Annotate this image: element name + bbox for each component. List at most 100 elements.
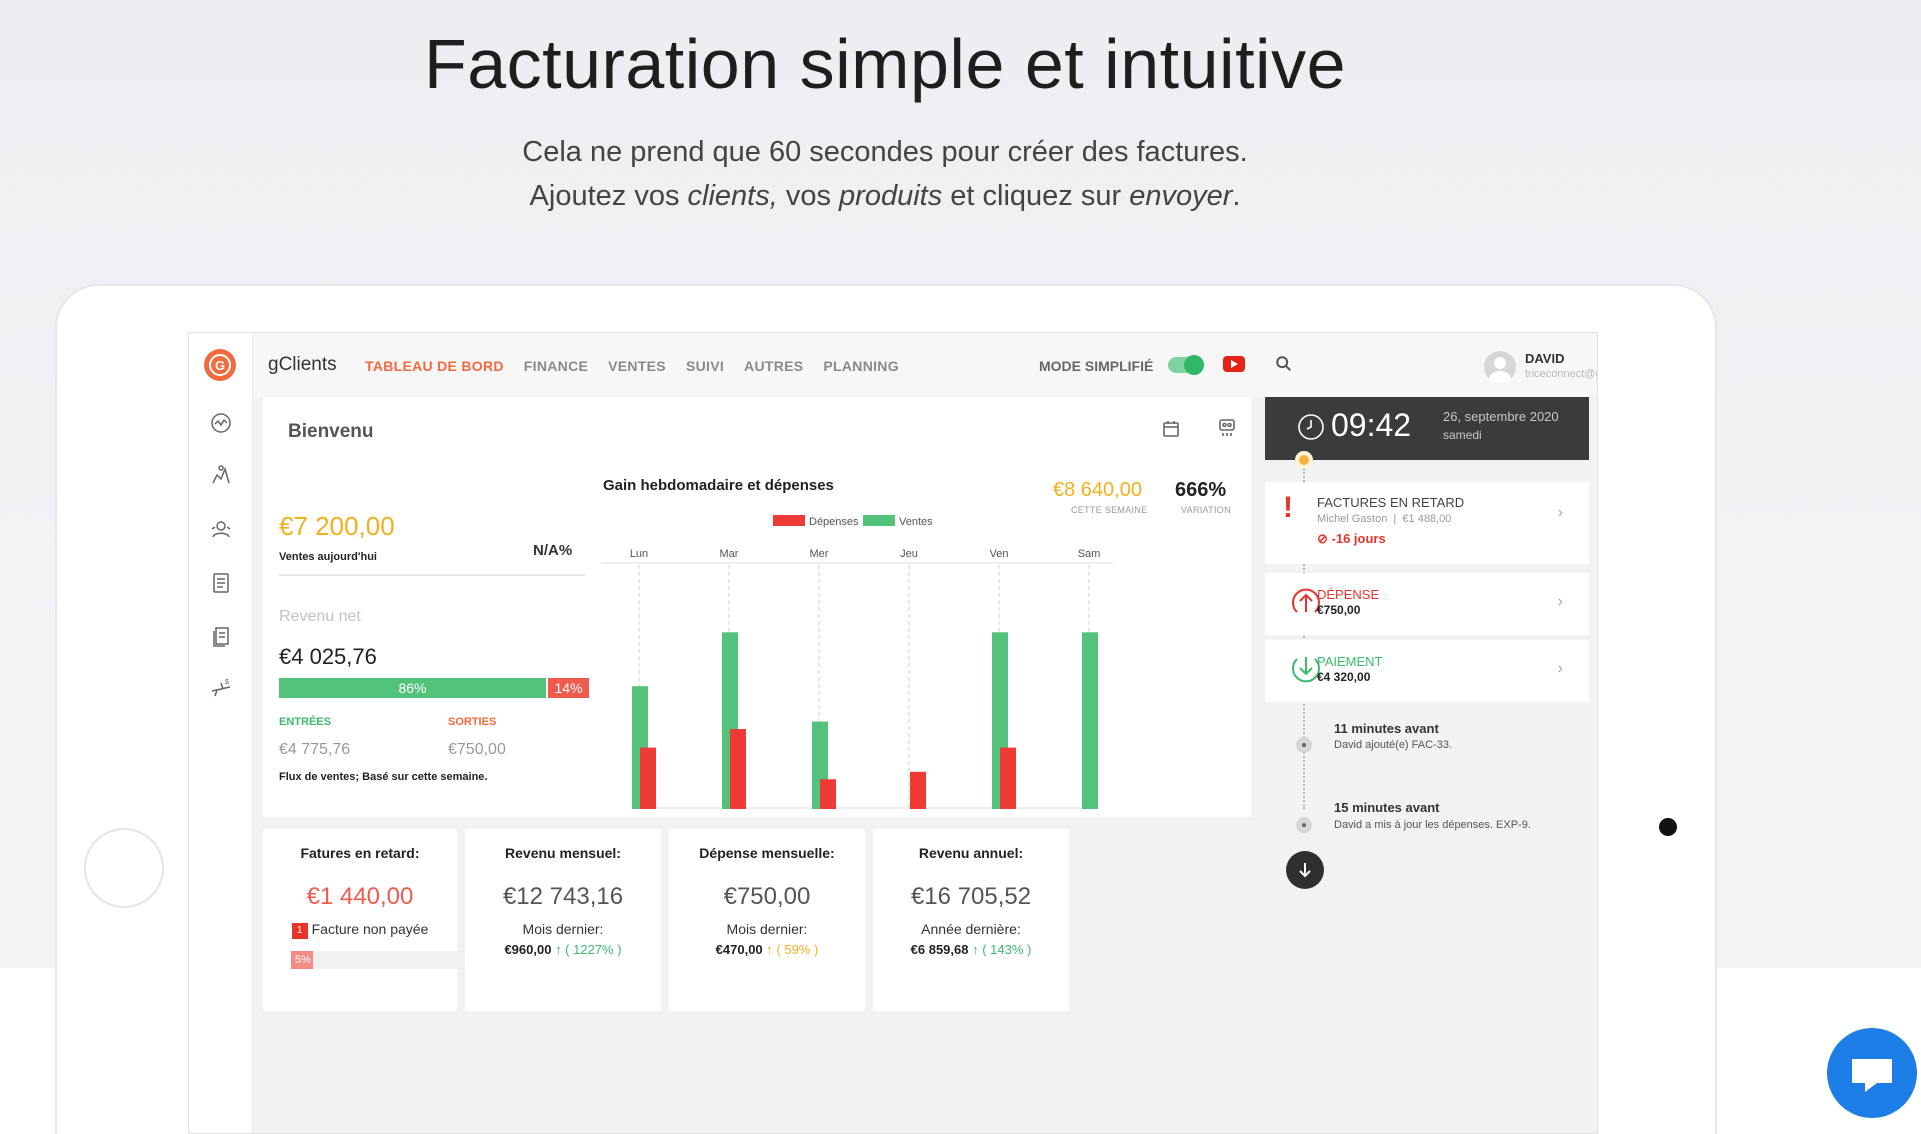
x-tick-label: Mer [810, 548, 829, 560]
stat-sub: Année dernière: [921, 921, 1021, 937]
nav-planning[interactable]: PLANNING [823, 358, 899, 374]
stat-value: €12 743,16 [502, 883, 624, 910]
hero-line-2: Ajoutez vos clients, vos produits et cli… [529, 180, 1241, 212]
documents-icon[interactable] [209, 625, 233, 649]
stat-card-monthly-expense[interactable]: Dépense mensuelle: €750,00 Mois dernier:… [669, 829, 865, 1011]
youtube-icon[interactable] [1223, 356, 1245, 372]
legend-label: Dépenses [809, 516, 859, 528]
user-email: triceconnect@gmail.com [1525, 368, 1597, 380]
week-total-value: €8 640,00 [1053, 479, 1142, 501]
x-tick-label: Ven [990, 548, 1009, 560]
stat-title: Fatures en retard: [300, 845, 420, 861]
feed-amount: €4 320,00 [1317, 670, 1371, 684]
stat-sub: Mois dernier: [726, 921, 808, 937]
invoices-icon[interactable] [209, 571, 233, 595]
outflow-bar: 14% [548, 678, 589, 698]
feed-title: FACTURES EN RETARD [1317, 495, 1465, 510]
feed-payment[interactable]: PAIEMENT €4 320,00 › [1265, 640, 1589, 702]
tablet-home-button [84, 828, 164, 908]
svg-text:$: $ [225, 679, 229, 686]
x-tick-label: Lun [630, 548, 648, 560]
chevron-right-icon[interactable]: › [1558, 660, 1563, 678]
load-more-button[interactable] [1286, 851, 1324, 889]
sidebar: G $ [189, 333, 253, 1133]
stat-card-annual-revenue[interactable]: Revenu annuel: €16 705,52 Année dernière… [873, 829, 1069, 1011]
week-total-label: CETTE SEMAINE [1071, 505, 1148, 515]
nav-finance[interactable]: FINANCE [524, 358, 588, 374]
outflow-label: SORTIES [448, 716, 497, 728]
bar-depenses [640, 747, 656, 809]
stat-title: Dépense mensuelle: [699, 845, 835, 861]
inflow-label: ENTRÉES [279, 716, 331, 728]
top-navbar: gClients TABLEAU DE BORD FINANCE VENTES … [253, 333, 1597, 397]
timeline-now-dot [1295, 451, 1313, 469]
avatar[interactable] [1484, 351, 1516, 383]
x-tick-label: Sam [1078, 548, 1101, 560]
stat-prev: €960,00 ↑ ( 1227% ) [504, 942, 622, 957]
calendar-icon[interactable] [1161, 419, 1181, 439]
late-progress: 5% [291, 951, 469, 969]
stat-sub: Mois dernier: [522, 921, 604, 937]
search-icon[interactable] [1275, 355, 1293, 373]
alert-icon: ! [1283, 491, 1293, 524]
welcome-card: Bienvenu €7 200,00 Ventes aujourd'hui N/… [263, 397, 1251, 817]
nav-others[interactable]: AUTRES [744, 358, 803, 374]
stat-card-late[interactable]: Fatures en retard: €1 440,00 1 Facture no… [263, 829, 469, 1011]
bar-depenses [820, 779, 836, 809]
clients-icon[interactable] [209, 517, 233, 541]
legend-swatch [773, 515, 805, 526]
stat-card-monthly-revenue[interactable]: Revenu mensuel: €12 743,16 Mois dernier:… [465, 829, 661, 1011]
chart-title: Gain hebdomadaire et dépenses [603, 477, 834, 494]
tips-icon[interactable] [1216, 417, 1238, 439]
arrow-down-icon [1299, 863, 1311, 878]
feed-days-late: ⊘ -16 jours [1317, 531, 1386, 546]
weekly-chart: DépensesVentesLunMarMerJeuVenSamDim [601, 515, 1113, 809]
clock-day: samedi [1443, 428, 1482, 442]
net-revenue-label: Revenu net [279, 608, 361, 625]
nav-dashboard[interactable]: TABLEAU DE BORD [365, 358, 504, 374]
dashboard-icon[interactable] [209, 411, 233, 435]
sales-today-label: Ventes aujourd'hui [279, 551, 377, 563]
activity-time: 15 minutes avant [1334, 800, 1440, 815]
chevron-right-icon[interactable]: › [1558, 504, 1563, 522]
chevron-right-icon[interactable]: › [1558, 593, 1563, 611]
activity-dot [1296, 817, 1312, 833]
activity-dot [1296, 737, 1312, 753]
divider [279, 574, 585, 576]
user-name[interactable]: DAVID [1525, 351, 1564, 366]
variation-value: 666% [1175, 479, 1227, 501]
activity-desc: David ajouté(e) FAC-33. [1334, 739, 1452, 751]
stat-value: €1 440,00 [306, 883, 414, 910]
stat-prev: €6 859,68 ↑ ( 143% ) [910, 942, 1032, 957]
legend-label: Ventes [899, 516, 933, 528]
nav-sales[interactable]: VENTES [608, 358, 666, 374]
hero-title: Facturation simple et intuitive [423, 25, 1346, 103]
feed-expense[interactable]: DÉPENSE €750,00 › [1265, 573, 1589, 635]
clock-date: 26, septembre 2020 [1443, 409, 1559, 424]
bar-depenses [1000, 747, 1016, 809]
stat-prev: €470,00 ↑ ( 59% ) [715, 942, 819, 957]
brand-name: gClients [268, 354, 337, 375]
bar-ventes [1082, 632, 1098, 809]
late-progress-fill: 5% [291, 951, 313, 969]
unpaid-count-badge: 1 [291, 923, 308, 939]
app-logo[interactable]: G [204, 349, 236, 381]
nav-tracking[interactable]: SUIVI [686, 358, 724, 374]
finance-icon[interactable] [209, 463, 233, 487]
inflow-value: €4 775,76 [279, 741, 351, 758]
activity-time: 11 minutes avant [1334, 721, 1439, 736]
welcome-title: Bienvenu [288, 421, 374, 442]
feed-amount: €750,00 [1317, 603, 1361, 617]
activity-desc: David a mis à jour les dépenses. EXP-9. [1334, 819, 1531, 831]
chat-button[interactable] [1827, 1028, 1917, 1118]
expenses-icon[interactable]: $ [209, 677, 233, 701]
bar-depenses [730, 729, 746, 809]
chat-bubble-icon [1852, 1059, 1892, 1092]
net-revenue-value: €4 025,76 [279, 644, 377, 669]
simple-mode-toggle[interactable] [1168, 355, 1204, 375]
x-tick-label: Mar [720, 548, 739, 560]
stat-value: €16 705,52 [910, 883, 1032, 910]
tablet-camera [1659, 818, 1677, 836]
feed-late-invoices[interactable]: ! FACTURES EN RETARD Michel Gaston | €1 … [1265, 482, 1589, 564]
clock-time: 09:42 [1331, 407, 1412, 443]
